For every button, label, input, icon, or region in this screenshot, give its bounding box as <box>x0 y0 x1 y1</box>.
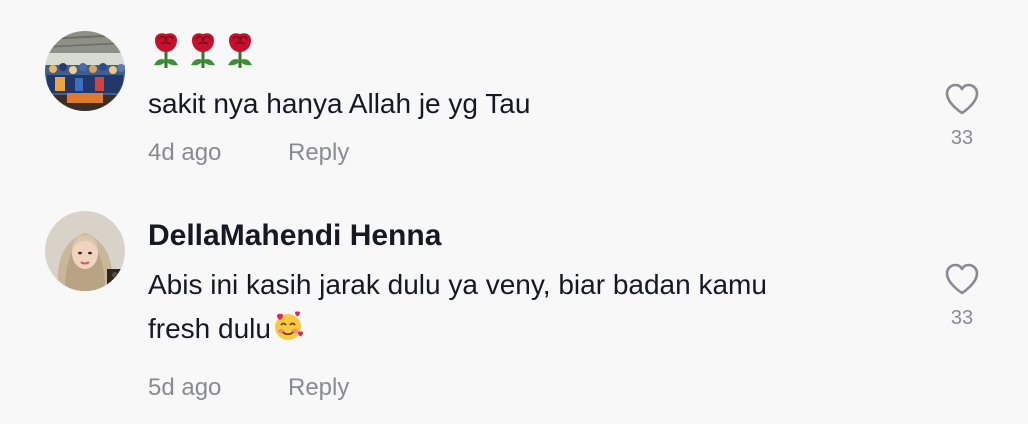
comment-date: 4d ago <box>148 139 222 166</box>
reply-button[interactable]: Reply <box>288 138 349 168</box>
comment-username[interactable]: 🌹🌹🌹 <box>148 30 908 70</box>
rose-emoji-icon <box>191 33 215 68</box>
heart-icon[interactable] <box>944 82 980 116</box>
comment-text: sakit nya hanya Allah je yg Tau <box>148 88 531 119</box>
comment-username[interactable]: DellaMahendi Henna <box>148 216 908 256</box>
comment-text-line-content: fresh dulu <box>148 313 271 344</box>
comment-item: 🌹🌹🌹 sakit nya hanya Allah je yg Tau 4d a… <box>0 0 1028 200</box>
commenter-avatar[interactable] <box>45 211 125 291</box>
like-button[interactable]: 33 <box>926 262 998 330</box>
like-button[interactable]: 33 <box>926 82 998 150</box>
comment-meta: 5d ago Reply <box>148 373 908 403</box>
like-count: 33 <box>950 127 974 149</box>
heart-icon[interactable] <box>944 262 980 296</box>
commenter-avatar[interactable] <box>45 31 125 111</box>
rose-emoji-icon <box>154 33 178 68</box>
rose-emoji-icon <box>228 33 252 68</box>
comment-text: Abis ini kasih jarak dulu ya veny, biar … <box>148 263 908 351</box>
comment-item: DellaMahendi Henna Abis ini kasih jarak … <box>0 200 1028 424</box>
comment-date: 5d ago <box>148 374 222 401</box>
comment-text-line: Abis ini kasih jarak dulu ya veny, biar … <box>148 269 767 300</box>
like-count: 33 <box>950 307 974 329</box>
smiling-face-with-hearts-emoji-icon <box>274 311 303 340</box>
reply-button[interactable]: Reply <box>288 373 349 403</box>
comment-meta: 4d ago Reply <box>148 138 908 168</box>
group-photo-avatar-icon <box>45 31 125 111</box>
comment-text-line-2: fresh dulu <box>148 307 908 351</box>
woman-hijab-avatar-icon <box>45 211 125 291</box>
